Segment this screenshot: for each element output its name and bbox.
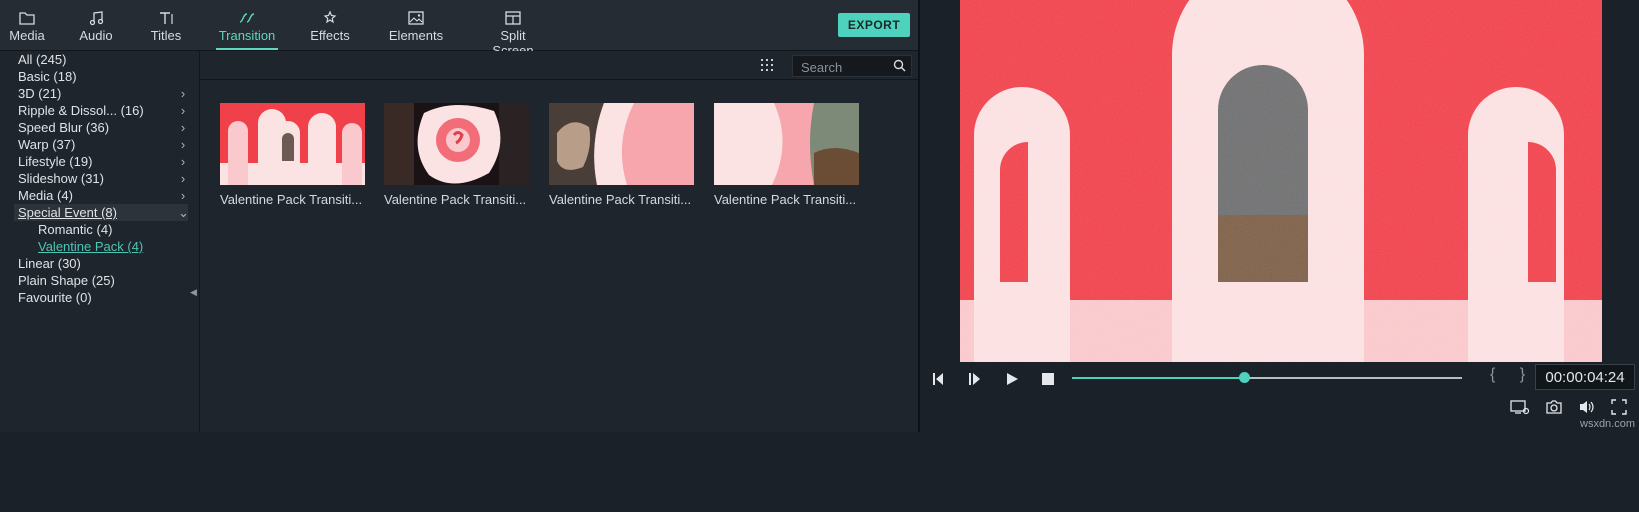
preview-viewer[interactable] — [960, 0, 1602, 362]
category-item[interactable]: Linear (30) — [18, 255, 188, 272]
chevron-right-icon: › — [180, 154, 186, 169]
tab-audio[interactable]: Audio — [76, 6, 116, 50]
search-box — [792, 55, 912, 77]
transition-library: Valentine Pack Transiti... Valentine Pac… — [200, 51, 918, 432]
category-item[interactable]: Warp (37) › — [18, 136, 188, 153]
subcategory-item[interactable]: Romantic (4) — [38, 221, 188, 238]
thumbnail-caption: Valentine Pack Transiti... — [220, 192, 363, 207]
play-icon[interactable] — [1005, 372, 1019, 386]
music-note-icon — [89, 11, 104, 26]
thumbnail-image — [714, 103, 859, 185]
tab-split-screen[interactable]: Split Screen — [478, 6, 548, 58]
tab-effects[interactable]: Effects — [308, 6, 352, 50]
chevron-right-icon: › — [180, 120, 186, 135]
category-item[interactable]: Favourite (0) — [18, 289, 188, 306]
snapshot-camera-icon[interactable] — [1545, 399, 1563, 415]
thumbnail-caption: Valentine Pack Transiti... — [549, 192, 692, 207]
tab-label: Effects — [310, 28, 350, 43]
category-item-special-event[interactable]: Special Event (8) ⌄ — [14, 204, 189, 221]
category-item[interactable]: Slideshow (31) › — [18, 170, 188, 187]
transition-icon — [239, 13, 255, 23]
effects-icon — [323, 10, 337, 24]
playhead-knob[interactable] — [1239, 372, 1250, 383]
grid-view-icon[interactable] — [760, 58, 774, 72]
chevron-down-icon: ⌄ — [178, 205, 189, 220]
tab-label: Transition — [218, 28, 276, 43]
thumbnail-image — [549, 103, 694, 185]
search-icon[interactable] — [893, 59, 906, 72]
transition-thumbnail[interactable]: Valentine Pack Transiti... — [384, 103, 529, 207]
chevron-right-icon: › — [180, 86, 186, 101]
split-screen-icon — [505, 11, 521, 25]
image-icon — [408, 11, 424, 25]
thumbnail-caption: Valentine Pack Transiti... — [384, 192, 527, 207]
tab-label: Media — [9, 28, 45, 43]
chevron-right-icon: › — [180, 137, 186, 152]
library-toolbar — [200, 51, 918, 80]
thumbnail-image — [384, 103, 529, 185]
chevron-right-icon: › — [180, 188, 186, 203]
category-item[interactable]: Speed Blur (36) › — [18, 119, 188, 136]
category-item[interactable]: Ripple & Dissol... (16) › — [18, 102, 188, 119]
thumbnail-image — [220, 103, 365, 185]
tab-elements[interactable]: Elements — [386, 6, 446, 50]
category-sidebar: All (245) Basic (18) 3D (21) › Ripple & D… — [0, 51, 200, 432]
collapse-sidebar-icon[interactable]: ◀ — [190, 287, 197, 298]
category-item[interactable]: All (245) — [18, 51, 188, 68]
fullscreen-icon[interactable] — [1611, 399, 1627, 415]
chevron-right-icon: › — [180, 171, 186, 186]
library-panel: Media Audio Titles Transition Effects El… — [0, 0, 918, 432]
category-item[interactable]: Basic (18) — [18, 68, 188, 85]
category-item[interactable]: Media (4) › — [18, 187, 188, 204]
mark-in-out-button[interactable]: { } — [1490, 366, 1535, 384]
tab-media[interactable]: Media — [8, 6, 46, 50]
folder-icon — [19, 12, 35, 25]
search-input[interactable] — [799, 58, 891, 76]
stop-icon[interactable] — [1042, 373, 1054, 385]
chevron-right-icon: › — [180, 103, 186, 118]
subcategory-item-valentine-pack[interactable]: Valentine Pack (4) — [38, 238, 188, 255]
text-icon — [160, 12, 173, 24]
transition-thumbnail[interactable]: Valentine Pack Transiti... — [714, 103, 859, 207]
transition-thumbnail[interactable]: Valentine Pack Transiti... — [549, 103, 694, 207]
display-settings-icon[interactable] — [1510, 399, 1530, 415]
tab-label: Elements — [388, 28, 444, 43]
export-button[interactable]: EXPORT — [838, 13, 910, 37]
tab-transition[interactable]: Transition — [216, 6, 278, 50]
tab-label: Titles — [150, 28, 182, 43]
previous-frame-icon[interactable] — [932, 372, 946, 386]
category-item[interactable]: 3D (21) › — [18, 85, 188, 102]
tab-titles[interactable]: Titles — [146, 6, 186, 50]
volume-icon[interactable] — [1578, 399, 1596, 415]
top-toolbar: Media Audio Titles Transition Effects El… — [0, 0, 918, 58]
transition-thumbnail[interactable]: Valentine Pack Transiti... — [220, 103, 365, 207]
tab-label: Audio — [79, 28, 113, 43]
category-item[interactable]: Plain Shape (25) — [18, 272, 188, 289]
thumbnail-caption: Valentine Pack Transiti... — [714, 192, 857, 207]
next-frame-icon[interactable] — [968, 372, 982, 386]
category-item[interactable]: Lifestyle (19) › — [18, 153, 188, 170]
